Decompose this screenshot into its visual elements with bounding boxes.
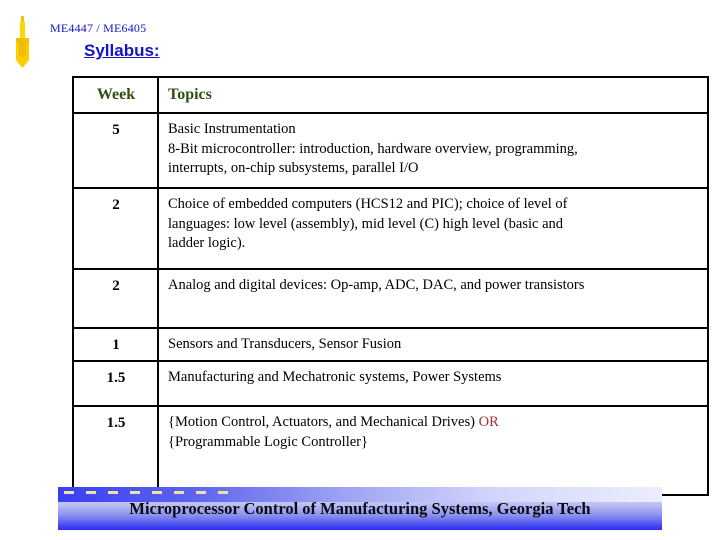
topic-value: Choice of embedded computers (HCS12 and …	[157, 187, 709, 271]
topic-line: languages: low level (assembly), mid lev…	[168, 215, 564, 232]
topic-line: 8-Bit microcontroller: introduction, har…	[168, 140, 578, 157]
page-title: Syllabus:	[84, 41, 160, 60]
table-row: 5 Basic Instrumentation 8-Bit microcontr…	[72, 112, 709, 190]
topic-value: Analog and digital devices: Op-amp, ADC,…	[157, 268, 709, 330]
topic-value: Basic Instrumentation 8-Bit microcontrol…	[157, 112, 709, 190]
week-value: 1.5	[72, 405, 159, 497]
topic-line: interrupts, on-chip subsystems, parallel…	[168, 159, 419, 176]
topic-value: Manufacturing and Mechatronic systems, P…	[157, 360, 709, 408]
footer-banner: Microprocessor Control of Manufacturing …	[58, 487, 662, 530]
table-row: 1.5 {Motion Control, Actuators, and Mech…	[72, 405, 709, 497]
week-value: 5	[72, 112, 159, 190]
topic-line: ladder logic).	[168, 234, 246, 251]
topic-or-accent: OR	[478, 414, 499, 431]
topic-line: {Motion Control, Actuators, and Mechanic…	[168, 413, 700, 432]
course-code: ME4447 / ME6405	[50, 21, 147, 35]
topic-line-text: {Motion Control, Actuators, and Mechanic…	[168, 414, 479, 431]
topic-line: Choice of embedded computers (HCS12 and …	[168, 196, 568, 213]
week-value: 2	[72, 187, 159, 271]
topic-line: Manufacturing and Mechatronic systems, P…	[168, 369, 502, 386]
week-value: 1.5	[72, 360, 159, 408]
yellow-arrow-icon	[10, 16, 36, 74]
column-header-topics: Topics	[157, 75, 709, 115]
topic-line: Basic Instrumentation	[168, 121, 296, 138]
week-value: 2	[72, 268, 159, 330]
table-row: 2 Choice of embedded computers (HCS12 an…	[72, 187, 709, 271]
topic-value: {Motion Control, Actuators, and Mechanic…	[157, 405, 709, 497]
table-row: 1.5 Manufacturing and Mechatronic system…	[72, 360, 709, 408]
topic-value: Sensors and Transducers, Sensor Fusion	[157, 327, 709, 363]
topic-line: {Programmable Logic Controller}	[168, 433, 368, 450]
table-header-row: Week Topics	[72, 75, 709, 115]
table-row: 2 Analog and digital devices: Op-amp, AD…	[72, 268, 709, 330]
table-row: 1 Sensors and Transducers, Sensor Fusion	[72, 327, 709, 363]
topic-line: Analog and digital devices: Op-amp, ADC,…	[168, 277, 585, 294]
column-header-week: Week	[72, 75, 159, 115]
slide-canvas: ME4447 / ME6405 Syllabus: Week Topics 5 …	[0, 0, 720, 540]
week-value: 1	[72, 327, 159, 363]
syllabus-table: Week Topics 5 Basic Instrumentation 8-Bi…	[72, 75, 709, 497]
footer-text: Microprocessor Control of Manufacturing …	[129, 498, 591, 518]
topic-line: Sensors and Transducers, Sensor Fusion	[168, 336, 402, 353]
